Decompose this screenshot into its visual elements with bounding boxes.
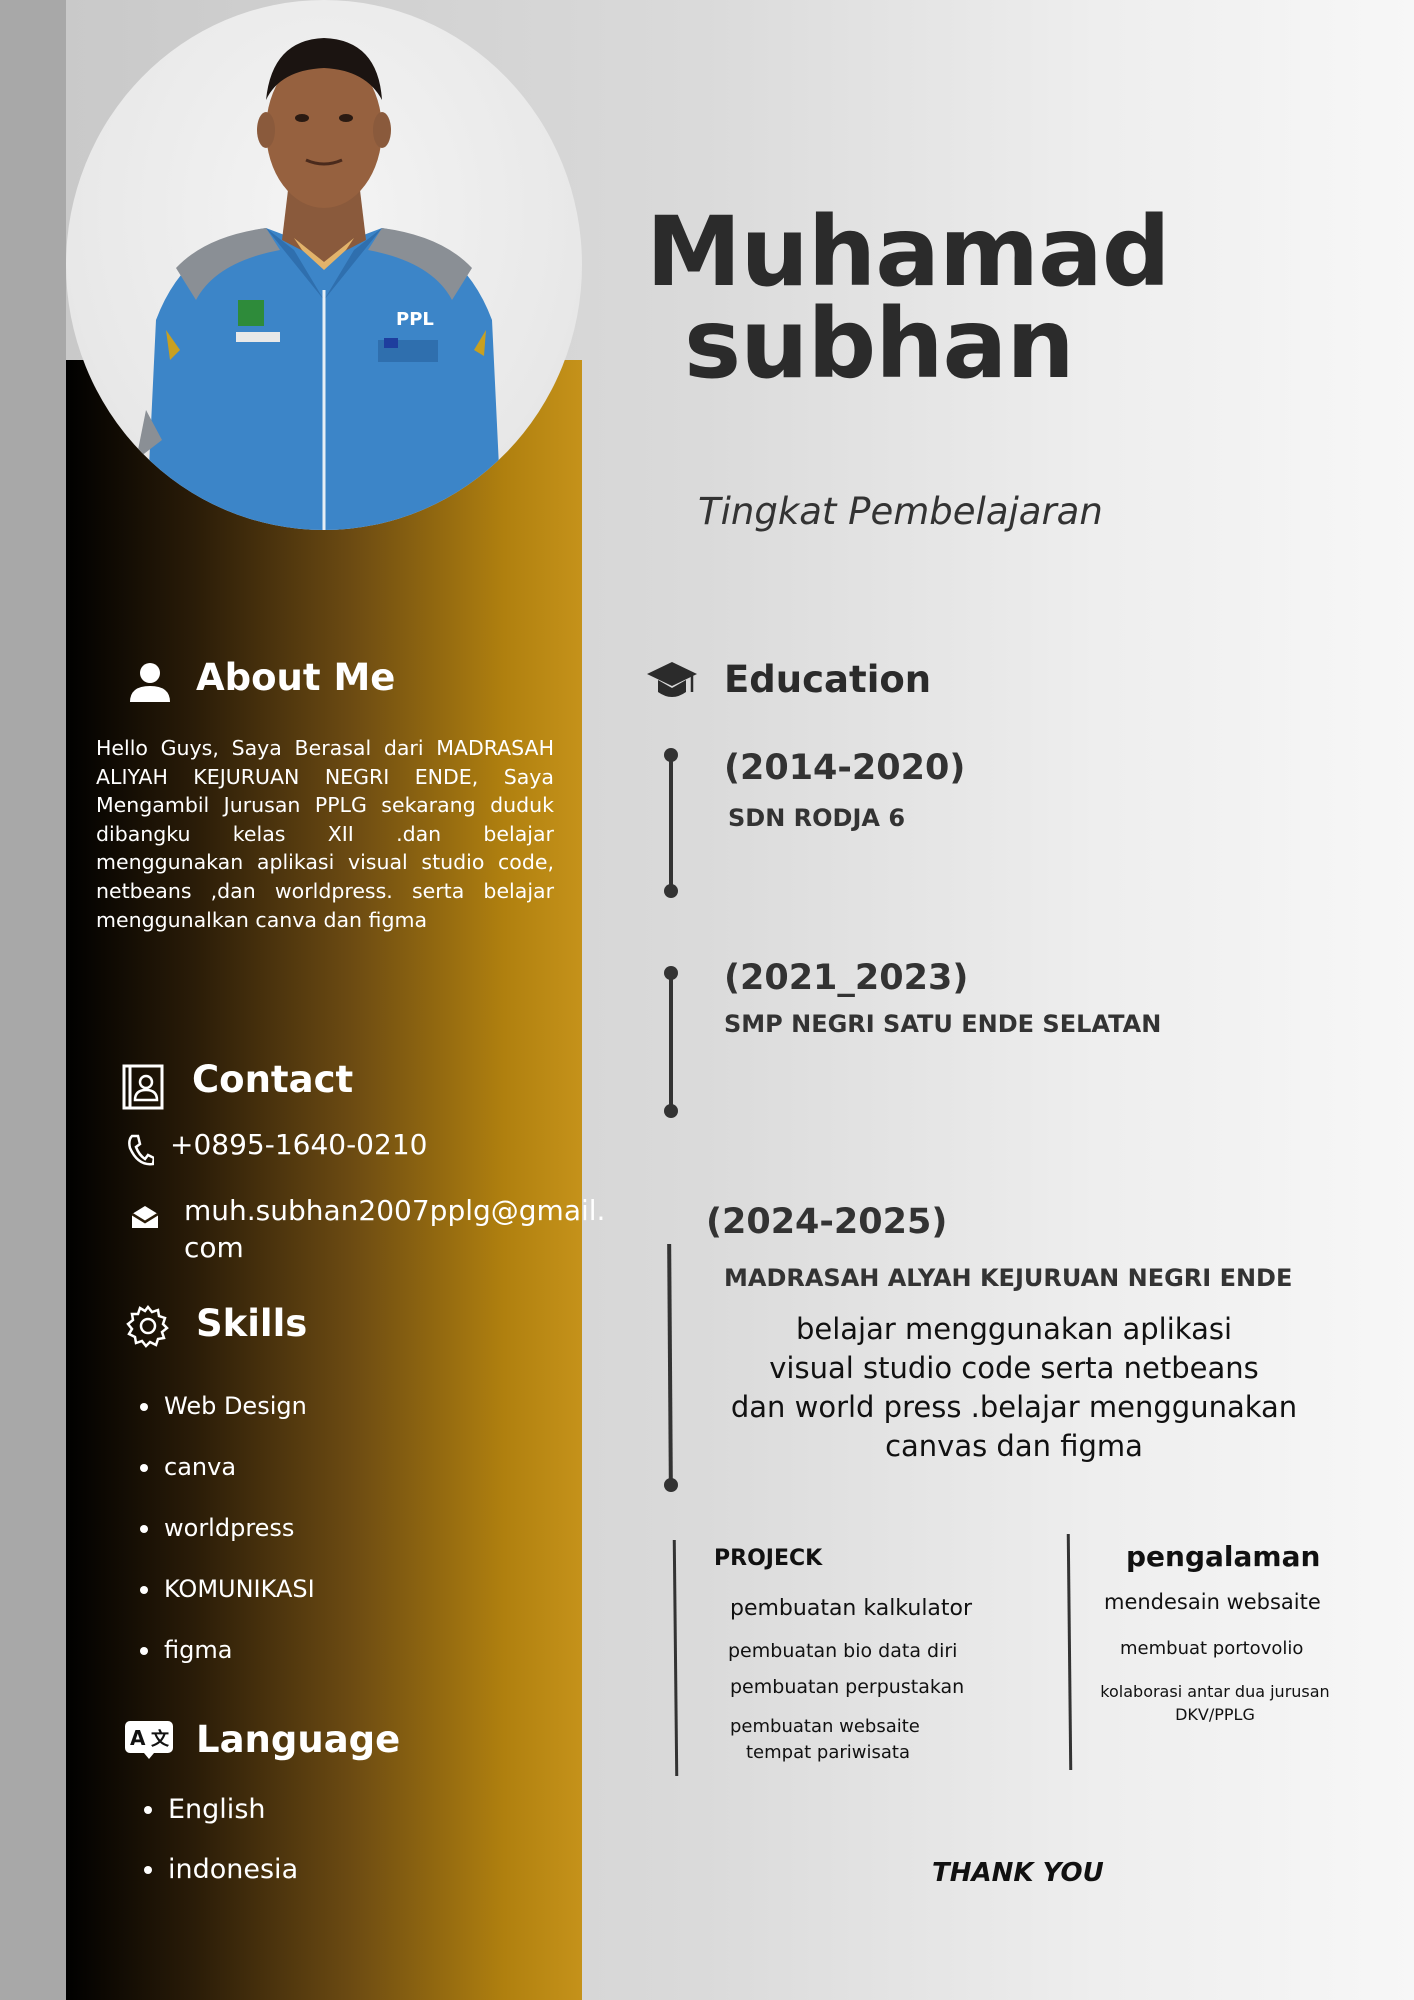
- education-heading: Education: [724, 658, 932, 701]
- skills-heading: Skills: [196, 1302, 308, 1345]
- timeline-line: [667, 1243, 673, 1485]
- project-item: pembuatan perpustakan: [730, 1676, 965, 1698]
- description-line: dan world press .belajar menggunakan: [730, 1390, 1298, 1424]
- timeline-line: [669, 973, 673, 1111]
- skill-item: KOMUNIKASI: [136, 1559, 315, 1620]
- contact-book-icon: [120, 1064, 164, 1115]
- experience-item: kolaborasi antar dua jurusan DKV/PPLG: [1090, 1680, 1340, 1726]
- timeline-dot: [664, 884, 678, 898]
- timeline-dot: [664, 1478, 678, 1492]
- education-school: SDN RODJA 6: [728, 804, 906, 832]
- education-years: (2014-2020): [724, 748, 966, 788]
- skill-item: Web Design: [136, 1376, 315, 1437]
- profile-photo: PPL: [66, 0, 582, 530]
- contact-heading: Contact: [192, 1058, 354, 1101]
- experience-item-line: kolaborasi antar dua jurusan: [1100, 1682, 1330, 1701]
- gear-icon: [126, 1304, 170, 1353]
- skill-item: canva: [136, 1437, 315, 1498]
- language-heading: Language: [196, 1718, 401, 1761]
- user-icon: [128, 660, 172, 709]
- language-item: indonesia: [140, 1840, 298, 1900]
- closing-text: THANK YOU: [932, 1858, 1104, 1888]
- phone-number[interactable]: +0895-1640-0210: [170, 1128, 427, 1161]
- svg-text:文: 文: [151, 1728, 170, 1750]
- email-line-1: muh.subhan2007pplg@gmail.: [184, 1194, 606, 1227]
- skills-list: Web Design canva worldpress KOMUNIKASI f…: [136, 1376, 315, 1681]
- description-line: canvas dan figma: [885, 1429, 1143, 1463]
- projects-divider: [672, 1539, 679, 1777]
- language-item: English: [140, 1780, 298, 1840]
- timeline-line: [669, 755, 673, 891]
- experience-item-line: DKV/PPLG: [1175, 1705, 1255, 1724]
- education-years: (2021_2023): [724, 958, 969, 998]
- education-school: MADRASAH ALYAH KEJURUAN NEGRI ENDE: [724, 1264, 1293, 1292]
- timeline-dot: [664, 1104, 678, 1118]
- experience-heading: pengalaman: [1126, 1540, 1321, 1573]
- language-list: English indonesia: [140, 1780, 298, 1900]
- education-school: SMP NEGRI SATU ENDE SELATAN: [724, 1010, 1162, 1038]
- name-first: Muhamad: [646, 196, 1171, 308]
- education-years: (2024-2025): [706, 1202, 948, 1242]
- projects-heading: PROJECK: [714, 1546, 823, 1571]
- education-description: belajar menggunakan aplikasi visual stud…: [714, 1310, 1314, 1466]
- email-line-2: com: [184, 1231, 244, 1264]
- graduation-cap-icon: [646, 660, 698, 707]
- description-line: visual studio code serta netbeans: [769, 1351, 1259, 1385]
- skill-item: figma: [136, 1620, 315, 1681]
- name-last: subhan: [684, 288, 1075, 400]
- about-heading: About Me: [196, 656, 396, 699]
- phone-icon: [126, 1134, 156, 1171]
- email-icon: [130, 1204, 160, 1235]
- subtitle: Tingkat Pembelajaran: [698, 490, 1103, 533]
- project-item: pembuatan websaite: [730, 1716, 920, 1737]
- experience-divider: [1066, 1533, 1073, 1771]
- project-item: pembuatan kalkulator: [730, 1596, 973, 1621]
- svg-text:PPL: PPL: [396, 309, 434, 330]
- skill-item: worldpress: [136, 1498, 315, 1559]
- email-address[interactable]: muh.subhan2007pplg@gmail. com: [184, 1192, 605, 1266]
- experience-item: mendesain websaite: [1104, 1590, 1321, 1614]
- about-text: Hello Guys, Saya Berasal dari MADRASAH A…: [96, 736, 554, 932]
- description-line: belajar menggunakan aplikasi: [795, 1312, 1233, 1346]
- svg-text:A: A: [130, 1726, 146, 1750]
- translate-icon: A 文: [124, 1720, 174, 1765]
- project-item: pembuatan bio data diri: [728, 1640, 958, 1662]
- project-item: tempat pariwisata: [746, 1742, 910, 1763]
- experience-item: membuat portovolio: [1120, 1638, 1304, 1659]
